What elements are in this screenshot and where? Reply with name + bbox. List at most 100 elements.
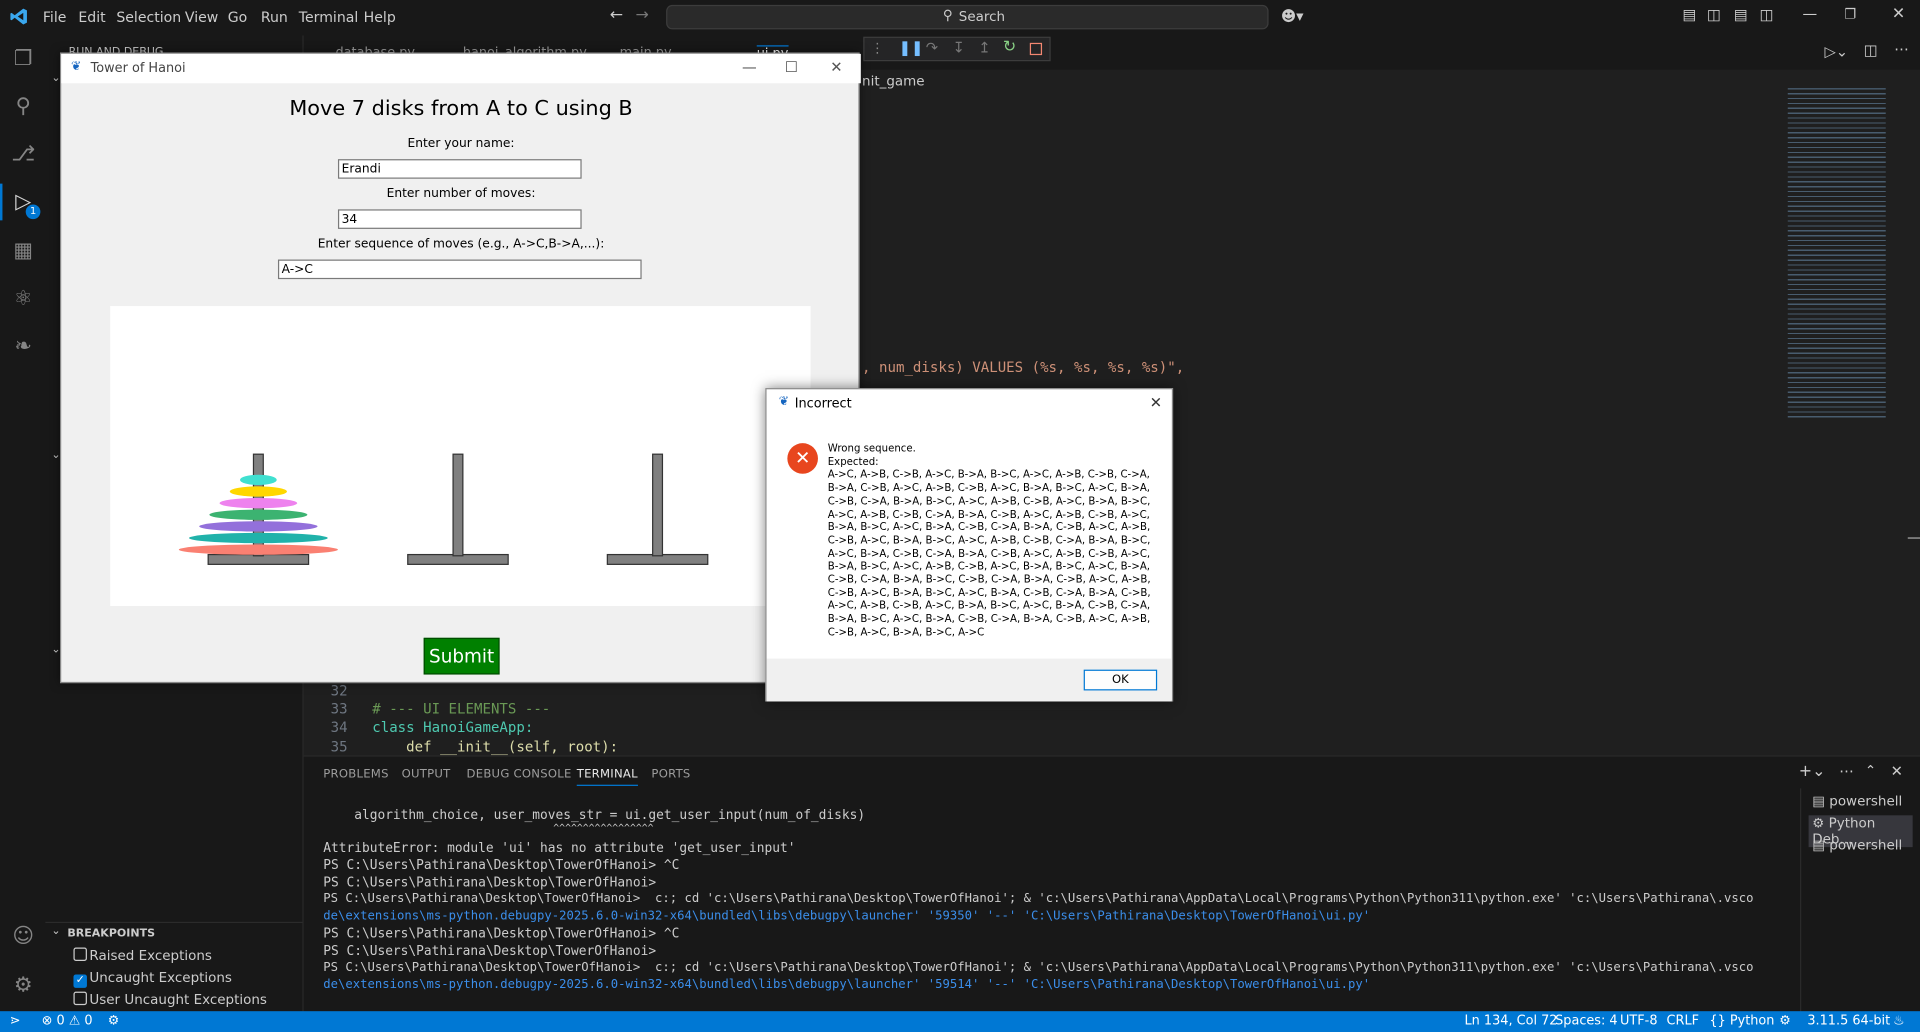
terminal-list-item[interactable]: ▤ powershell <box>1812 837 1902 853</box>
menu-terminal[interactable]: Terminal <box>299 9 359 26</box>
minimap[interactable] <box>1787 88 1886 419</box>
interpreter-icon[interactable]: ⚙ <box>1779 1014 1791 1029</box>
terminal-line: PS C:\Users\Pathirana\Desktop\TowerOfHan… <box>323 892 1754 906</box>
maximize-icon[interactable]: ☐ <box>785 59 798 76</box>
close-window-icon[interactable]: ✕ <box>1892 5 1905 23</box>
tab-terminal[interactable]: TERMINAL <box>576 768 638 786</box>
code-def-line: def __init__(self, root): <box>372 738 619 756</box>
close-icon[interactable]: ✕ <box>1150 394 1162 411</box>
breakpoint-label: Uncaught Exceptions <box>89 969 232 986</box>
close-panel-icon[interactable]: ✕ <box>1891 763 1903 780</box>
breakpoint-raised-exceptions[interactable]: Raised Exceptions <box>73 947 212 963</box>
breadcrumb-fragment: nit_game <box>862 73 925 90</box>
moves-label: Enter number of moves: <box>386 187 536 201</box>
interpreter-version[interactable]: 3.11.5 64-bit <box>1807 1014 1890 1029</box>
restart-icon[interactable]: ↻ <box>1003 38 1016 56</box>
toggle-secondary-sidebar-icon[interactable]: ◫ <box>1760 6 1774 23</box>
more-icon[interactable]: ⋯ <box>1839 763 1854 780</box>
breakpoints-title: BREAKPOINTS <box>67 927 156 941</box>
maximize-panel-icon[interactable]: ⌃ <box>1865 763 1876 779</box>
hanoi-title-bar: ❦ Tower of Hanoi — ☐ ✕ <box>61 53 861 84</box>
code-sql-fragment: , num_disks) VALUES (%s, %s, %s, %s)", <box>862 358 1185 376</box>
menu-file[interactable]: File <box>43 9 67 26</box>
dialog-message: Wrong sequence. Expected: A->C, A->B, C-… <box>827 441 1151 638</box>
terminal-line: PS C:\Users\Pathirana\Desktop\TowerOfHan… <box>323 926 680 942</box>
pause-icon[interactable]: ❚❚ <box>899 39 924 56</box>
layout-icon[interactable]: ▤ <box>1682 6 1696 23</box>
stop-icon[interactable] <box>1029 42 1043 56</box>
mongodb-leaf-icon[interactable]: ❧ <box>10 333 37 360</box>
name-field[interactable] <box>337 159 582 179</box>
minimize-icon[interactable]: — <box>742 59 757 76</box>
step-into-icon[interactable]: ↧ <box>953 39 965 56</box>
notifications-icon[interactable]: ♨ <box>1893 1014 1905 1029</box>
terminal-icon: ▤ <box>1812 793 1830 810</box>
back-arrow-icon[interactable]: ← <box>610 6 623 24</box>
copilot-icon[interactable]: ☻▾ <box>1281 7 1304 24</box>
sequence-label: Enter sequence of moves (e.g., A->C,B->A… <box>317 237 605 251</box>
new-terminal-icon[interactable]: +⌄ <box>1799 763 1826 781</box>
breakpoints-header[interactable]: ⌄ BREAKPOINTS <box>45 921 303 942</box>
restore-window-icon[interactable]: ❐ <box>1844 6 1856 22</box>
menu-run[interactable]: Run <box>261 9 288 26</box>
split-editor-icon[interactable]: ◫ <box>1864 42 1878 59</box>
terminal-list-label: powershell <box>1829 793 1903 810</box>
tab-ports[interactable]: PORTS <box>651 768 690 781</box>
remote-icon[interactable]: ⋗ <box>10 1014 21 1029</box>
more-actions-icon[interactable]: ⋯ <box>1894 40 1909 57</box>
submit-button[interactable]: Submit <box>423 637 500 675</box>
terminal-line: de\extensions\ms-python.debugpy-2025.6.0… <box>323 909 1371 924</box>
step-over-icon[interactable]: ↷ <box>926 39 938 56</box>
settings-gear-icon[interactable]: ⚙ <box>10 972 37 999</box>
testing-icon[interactable]: ⚛ <box>10 285 37 312</box>
sequence-field[interactable] <box>277 259 642 280</box>
search-icon[interactable]: ⚲ <box>10 93 37 120</box>
toggle-sidebar-icon[interactable]: ◫ <box>1707 6 1721 23</box>
checkbox[interactable] <box>73 991 87 1006</box>
line-ending[interactable]: CRLF <box>1667 1014 1699 1029</box>
menu-selection[interactable]: Selection <box>116 9 181 26</box>
indentation[interactable]: Spaces: 4 <box>1555 1014 1617 1029</box>
encoding[interactable]: UTF-8 <box>1620 1014 1657 1029</box>
debug-status-icon[interactable]: ⚙ <box>108 1014 120 1029</box>
step-out-icon[interactable]: ↥ <box>978 39 990 56</box>
minimize-window-icon[interactable]: — <box>1802 5 1817 22</box>
tab-output[interactable]: OUTPUT <box>402 768 451 781</box>
search-icon: ⚲ <box>942 7 953 24</box>
tk-feather-icon: ❦ <box>778 395 790 409</box>
disk-3 <box>219 498 298 509</box>
cursor-position[interactable]: Ln 134, Col 72 <box>1465 1014 1558 1029</box>
terminal-list-item[interactable]: ▤ powershell <box>1812 793 1902 809</box>
menu-view[interactable]: View <box>185 9 218 26</box>
menu-help[interactable]: Help <box>364 9 396 26</box>
errors-indicator[interactable]: ⊗ 0 ⚠ 0 <box>42 1014 93 1029</box>
account-icon[interactable]: ☺ <box>10 923 37 950</box>
checkbox[interactable] <box>73 947 87 961</box>
menu-edit[interactable]: Edit <box>78 9 105 26</box>
source-control-icon[interactable]: ⎇ <box>10 141 37 168</box>
language-mode[interactable]: {} Python <box>1709 1014 1774 1029</box>
moves-field[interactable] <box>337 209 582 229</box>
peg-c <box>652 453 664 557</box>
tab-problems[interactable]: PROBLEMS <box>323 768 388 781</box>
extensions-icon[interactable]: ▦ <box>10 237 37 264</box>
explorer-icon[interactable]: ❐ <box>10 45 37 72</box>
dialog-footer: OK <box>766 658 1172 702</box>
hanoi-window-title: Tower of Hanoi <box>90 61 186 76</box>
scrollbar[interactable] <box>1907 537 1920 539</box>
hanoi-window: ❦ Tower of Hanoi — ☐ ✕ Move 7 disks from… <box>60 52 861 684</box>
close-icon[interactable]: ✕ <box>830 59 842 76</box>
forward-arrow-icon[interactable]: → <box>636 6 649 24</box>
breakpoint-user-uncaught-exceptions[interactable]: User Uncaught Exceptions <box>73 991 267 1008</box>
status-bar: ⋗ ⊗ 0 ⚠ 0 ⚙ Ln 134, Col 72 Spaces: 4 UTF… <box>0 1011 1920 1032</box>
tab-debug-console[interactable]: DEBUG CONSOLE <box>467 768 572 781</box>
menu-go[interactable]: Go <box>228 9 248 26</box>
terminal-line: PS C:\Users\Pathirana\Desktop\TowerOfHan… <box>323 960 1754 975</box>
toggle-panel-icon[interactable]: ▤ <box>1734 6 1748 23</box>
breakpoint-uncaught-exceptions[interactable]: ✓ Uncaught Exceptions <box>73 969 232 988</box>
run-icon[interactable]: ▷⌄ <box>1825 43 1849 60</box>
ok-button[interactable]: OK <box>1083 669 1158 691</box>
drag-handle-icon[interactable]: ⋮ <box>871 40 884 56</box>
checkbox-checked[interactable]: ✓ <box>73 974 87 988</box>
terminal-line: PS C:\Users\Pathirana\Desktop\TowerOfHan… <box>323 943 657 959</box>
